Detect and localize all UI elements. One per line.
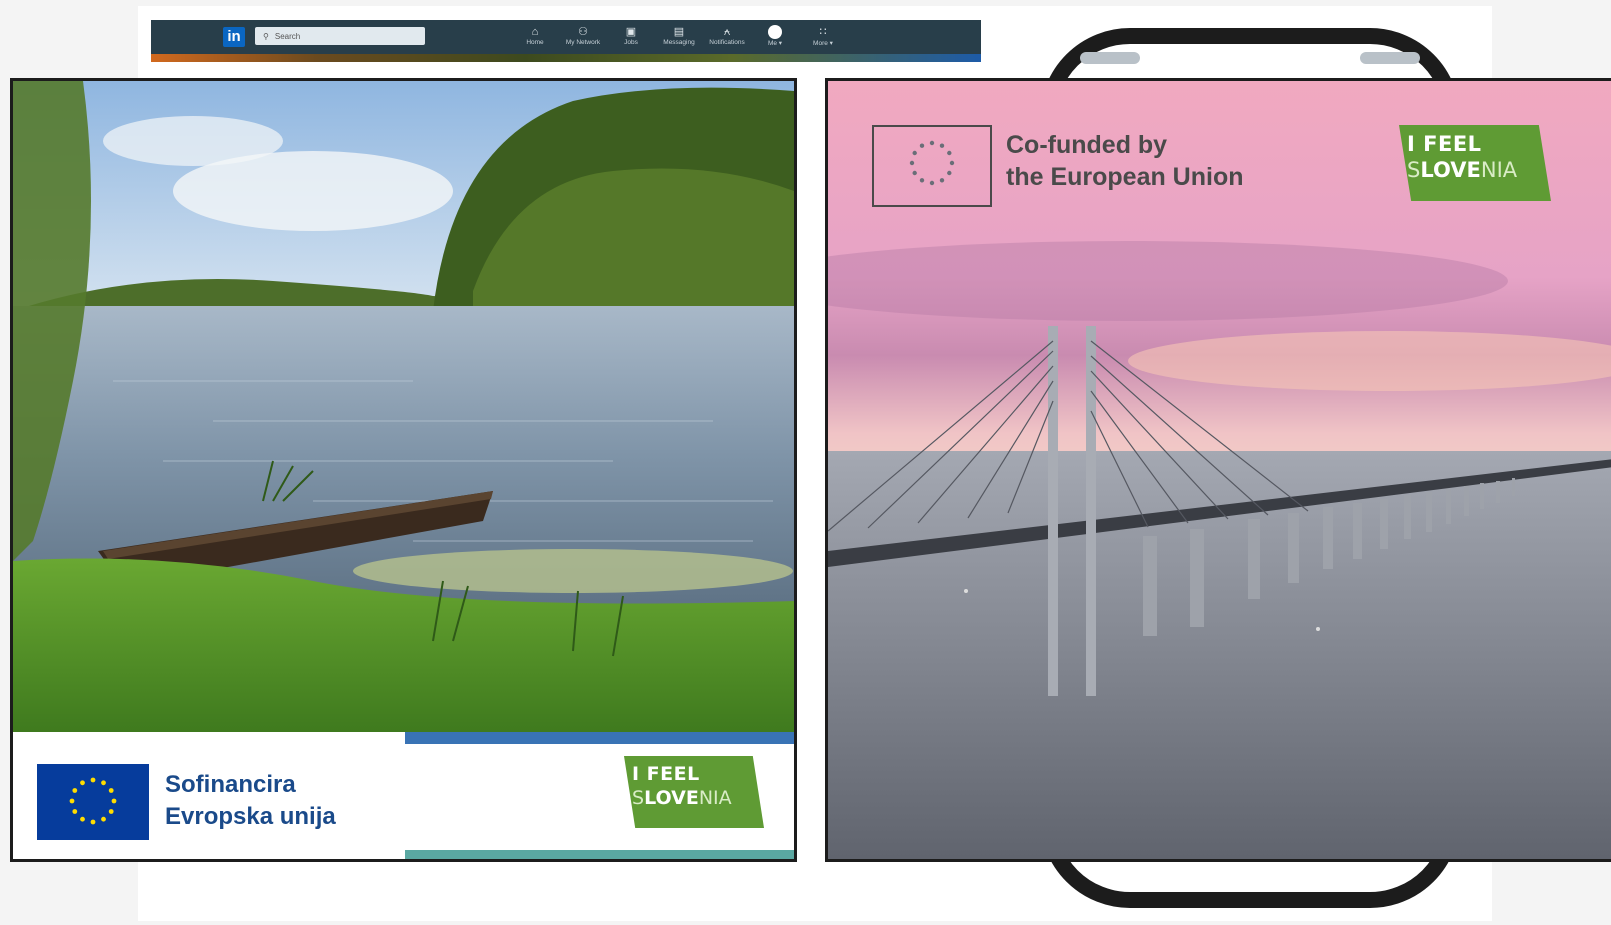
card-footer: Sofinancira Evropska unija I FEEL SLOVEN… (13, 732, 794, 859)
eu-cofunded-text: Co-funded by the European Union (1006, 129, 1244, 193)
chat-icon: ▤ (673, 26, 685, 38)
cofunded-line2: the European Union (1006, 163, 1244, 191)
bell-icon: ⍲ (723, 26, 731, 38)
brand-line2: SLOVENIA (632, 786, 764, 810)
nav-notifications[interactable]: ⍲ Notifications (703, 25, 751, 47)
avatar-icon (768, 25, 782, 39)
i-feel-slovenia-logo: I FEEL SLOVENIA (624, 756, 764, 828)
brand-nia-right: NIA (1480, 158, 1518, 182)
brand-nia: NIA (698, 787, 732, 809)
brand-s-right: S (1407, 158, 1421, 182)
network-icon: ⚇ (578, 26, 588, 38)
brand-love: LOVE (644, 787, 699, 809)
nav-notifications-label: Notifications (709, 39, 745, 46)
footer-teal-strip (405, 850, 794, 859)
phone-status-left (1080, 52, 1140, 64)
briefcase-icon: ▣ (625, 26, 637, 38)
linkedin-logo[interactable]: in (223, 27, 245, 47)
nav-more-label: More ▾ (813, 40, 833, 47)
nav-me-label: Me ▾ (767, 40, 783, 47)
eu-flag-icon (37, 764, 149, 840)
nav-jobs-label: Jobs (624, 39, 638, 46)
linkedin-header-bar: in ⚲ Search ⌂ Home ⚇ My Network ▣ Jobs ▤… (151, 20, 981, 62)
social-card-bridge: Co-funded by the European Union I FEEL S… (825, 78, 1611, 862)
nav-messaging[interactable]: ▤ Messaging (655, 25, 703, 47)
nav-me[interactable]: Me ▾ (751, 25, 799, 47)
i-feel-slovenia-logo-right: I FEEL SLOVENIA (1399, 125, 1551, 201)
cofunded-line1: Co-funded by (1006, 131, 1168, 159)
grid-icon: ∷ (819, 26, 827, 38)
eu-funding-line1: Sofinancira (165, 771, 296, 798)
nav-home[interactable]: ⌂ Home (511, 25, 559, 47)
eu-stars-icon (909, 140, 955, 186)
brand-love-right: LOVE (1420, 158, 1481, 182)
search-placeholder: Search (274, 31, 301, 41)
brand-line1-right: I FEEL (1407, 132, 1482, 156)
eu-funding-text: Sofinancira Evropska unija (165, 769, 336, 833)
home-icon: ⌂ (531, 26, 539, 38)
nav-jobs[interactable]: ▣ Jobs (607, 25, 655, 47)
eu-funding-line2: Evropska unija (165, 803, 336, 830)
lake-photo (13, 81, 794, 732)
brand-s: S (632, 787, 645, 809)
brand-line2-right: SLOVENIA (1407, 157, 1551, 183)
eu-emblem-box (872, 125, 992, 207)
nav-my-network-label: My Network (565, 39, 601, 46)
footer-blue-strip (405, 732, 794, 744)
search-input[interactable]: ⚲ Search (255, 27, 425, 45)
collage-canvas: in ⚲ Search ⌂ Home ⚇ My Network ▣ Jobs ▤… (0, 0, 1611, 925)
phone-status-right (1360, 52, 1420, 64)
social-card-lake: Sofinancira Evropska unija I FEEL SLOVEN… (10, 78, 797, 862)
nav-home-label: Home (526, 39, 544, 46)
cover-photo-strip (151, 54, 981, 62)
nav-more[interactable]: ∷ More ▾ (799, 25, 847, 47)
search-icon: ⚲ (263, 31, 269, 41)
nav-my-network[interactable]: ⚇ My Network (559, 25, 607, 47)
brand-line1: I FEEL (632, 763, 700, 785)
linkedin-nav: ⌂ Home ⚇ My Network ▣ Jobs ▤ Messaging ⍲… (511, 25, 847, 47)
nav-messaging-label: Messaging (663, 39, 695, 46)
